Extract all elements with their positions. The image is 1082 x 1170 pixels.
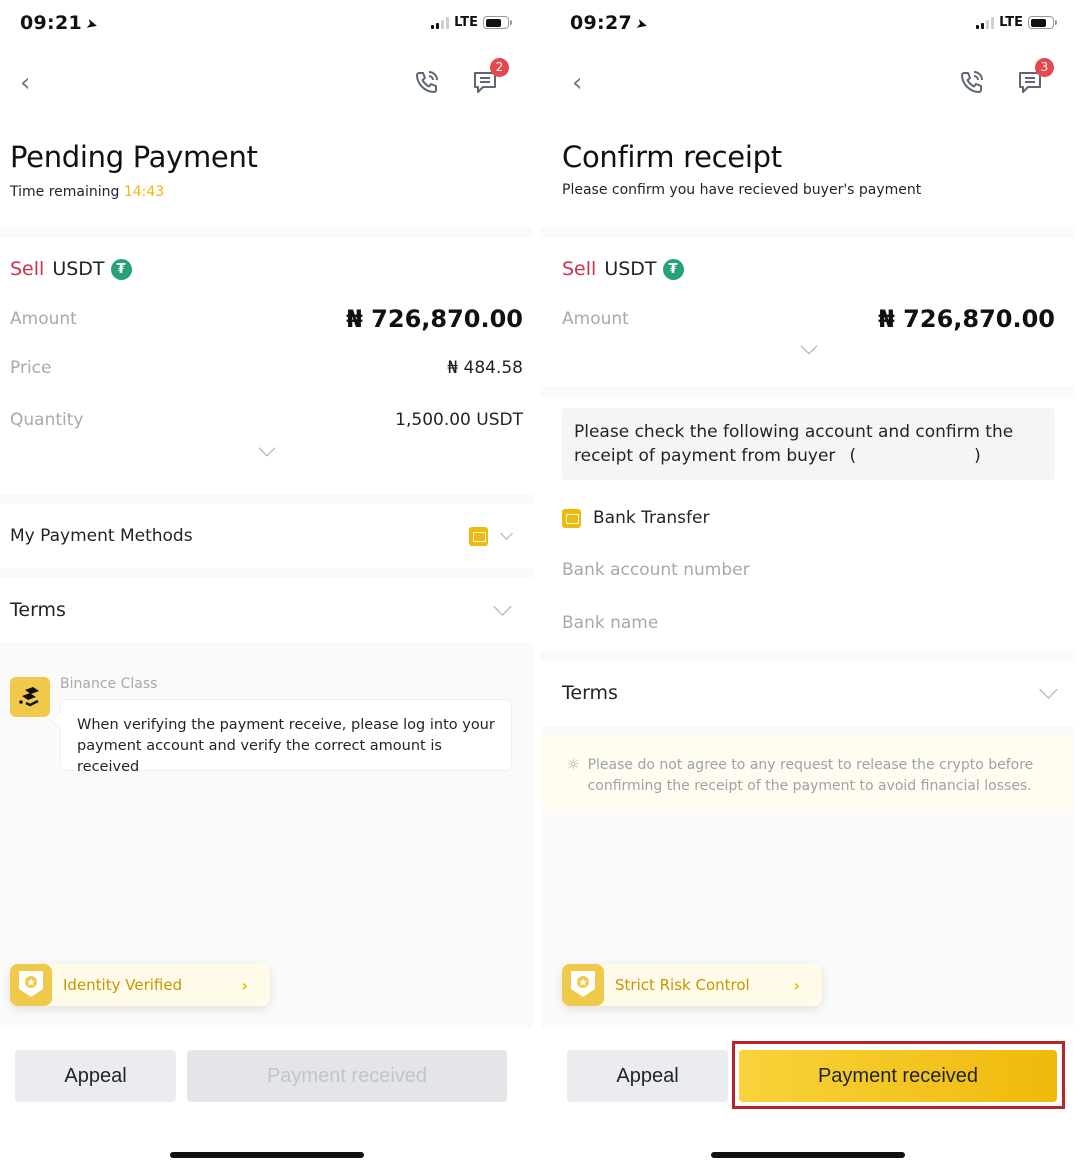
appeal-button[interactable]: Appeal [15,1050,176,1102]
order-details-card: Sell USDT ₮ Amount ₦ 726,870.00 Price ₦ … [0,238,533,494]
chevron-down-icon [800,337,817,355]
expand-details-button[interactable] [562,337,1055,355]
identity-verified-badge[interactable]: Identity Verified › [10,964,270,1006]
shield-star-icon [19,971,43,997]
page-title: Pending Payment [10,140,258,174]
order-details-card: Sell USDT ₮ Amount ₦ 726,870.00 [541,238,1074,386]
appeal-button[interactable]: Appeal [567,1050,728,1102]
network-label: LTE [999,15,1023,30]
bank-name-field: Bank name [562,613,659,633]
phone-call-icon [416,71,438,93]
battery-icon [483,16,512,29]
phone-call-icon [961,71,983,93]
order-side-asset: Sell USDT ₮ [10,258,523,280]
chevron-right-icon: › [241,975,248,995]
chevron-right-icon: › [793,975,800,995]
page-title: Confirm receipt [562,140,782,174]
chevron-down-icon [258,439,275,457]
location-arrow-icon: ➤ [84,15,100,35]
amount-row: Amount ₦ 726,870.00 [562,305,1055,333]
chevron-down-icon [1039,679,1058,699]
page-header: Pending Payment Time remaining 14:43 [0,118,533,228]
check-account-notice: Please check the following account and c… [562,408,1055,480]
battery-icon [1028,16,1057,29]
bank-card-icon [562,508,581,528]
chat-button[interactable]: 2 [471,58,509,96]
quantity-value: 1,500.00 USDT [395,410,523,430]
signal-icon [976,16,995,29]
pending-payment-screen: 09:21 ➤ LTE ‹ 2 Pending Payment Time rema… [0,0,533,1170]
confirm-receipt-screen: 09:27 ➤ LTE ‹ 3 Confirm receipt Please co… [541,0,1074,1170]
location-arrow-icon: ➤ [634,15,650,35]
price-value: ₦ 484.58 [447,358,523,378]
status-time: 09:21 ➤ [20,12,100,35]
call-button[interactable] [413,68,441,96]
tether-icon: ₮ [110,258,132,280]
back-button[interactable]: ‹ [20,68,30,98]
page-header: Confirm receipt Please confirm you have … [541,118,1074,228]
binance-class-logo-icon [19,687,39,707]
binance-class-message: When verifying the payment receive, plea… [60,699,512,775]
amount-value: ₦ 726,870.00 [878,305,1055,333]
binance-class-avatar [10,677,50,717]
chat-button[interactable]: 3 [1016,58,1054,96]
status-time: 09:27 ➤ [570,12,650,35]
payment-account-card: Please check the following account and c… [541,396,1074,652]
home-indicator [710,1152,905,1158]
binance-class-name: Binance Class [60,676,158,692]
status-bar: 09:27 ➤ LTE [541,0,1074,48]
bank-card-icon [469,526,488,546]
tether-icon: ₮ [662,258,684,280]
nav-bar: ‹ 2 [0,48,533,118]
order-side: Sell [10,258,45,280]
call-button[interactable] [958,68,986,96]
payment-method-header: Bank Transfer [562,508,709,528]
home-indicator [169,1152,364,1158]
shield-star-icon [571,971,595,997]
safety-warning: ☼ Please do not agree to any request to … [541,735,1074,810]
payment-received-button[interactable]: Payment received [187,1050,507,1102]
unread-badge: 2 [490,58,509,77]
back-button[interactable]: ‹ [572,68,582,98]
amount-row: Amount ₦ 726,870.00 [10,305,523,333]
terms-row[interactable]: Terms [541,660,1074,726]
lightbulb-icon: ☼ [567,757,580,773]
nav-bar: ‹ 3 [541,48,1074,118]
network-label: LTE [454,15,478,30]
price-row: Price ₦ 484.58 [10,358,523,378]
expand-details-button[interactable] [10,439,523,457]
page-subtitle: Please confirm you have recieved buyer's… [562,182,922,198]
asset-name: USDT [52,258,105,280]
countdown-timer: 14:43 [123,184,165,200]
terms-row[interactable]: Terms [0,578,533,642]
strict-risk-control-badge[interactable]: Strict Risk Control › [562,964,822,1006]
amount-value: ₦ 726,870.00 [346,305,523,333]
payment-methods-row[interactable]: My Payment Methods [0,504,533,568]
chevron-down-icon [493,596,512,616]
unread-badge: 3 [1035,58,1054,77]
bottom-action-bar: Appeal Payment received [541,1027,1074,1170]
asset-name: USDT [604,258,657,280]
time-remaining: Time remaining 14:43 [10,184,165,200]
quantity-row: Quantity 1,500.00 USDT [10,410,523,430]
status-bar: 09:21 ➤ LTE [0,0,533,48]
bank-account-number-field: Bank account number [562,560,750,580]
order-side: Sell [562,258,597,280]
chevron-down-icon [500,527,513,540]
signal-icon [431,16,450,29]
bottom-action-bar: Appeal Payment received [0,1027,533,1170]
order-side-asset: Sell USDT ₮ [562,258,1055,280]
chevron-left-icon: ‹ [572,68,583,98]
payment-received-button[interactable]: Payment received [739,1050,1057,1102]
chevron-left-icon: ‹ [20,68,31,98]
